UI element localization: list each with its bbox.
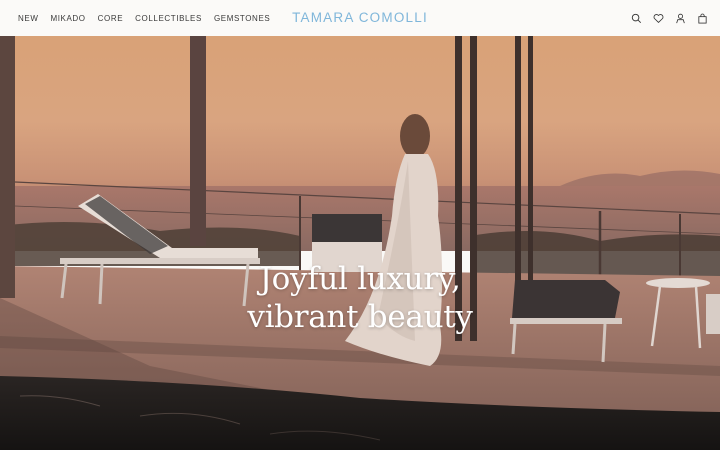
hero-image [0, 36, 720, 450]
hero-headline-line-1: Joyful luxury, [259, 261, 461, 297]
hero-headline-line-2: vibrant beauty [247, 299, 473, 335]
heart-icon[interactable] [653, 13, 664, 24]
site-header: NEW MIKADO CORE COLLECTIBLES GEMSTONES T… [0, 0, 720, 36]
main-nav: NEW MIKADO CORE COLLECTIBLES GEMSTONES [18, 0, 270, 36]
search-icon[interactable] [631, 13, 642, 24]
nav-item-gemstones[interactable]: GEMSTONES [214, 14, 270, 23]
nav-item-mikado[interactable]: MIKADO [50, 14, 85, 23]
nav-item-collectibles[interactable]: COLLECTIBLES [135, 14, 202, 23]
brand-logo: TAMARA COMOLLI [292, 10, 428, 25]
header-actions [631, 0, 708, 36]
nav-item-new[interactable]: NEW [18, 14, 38, 23]
logo-link[interactable]: TAMARA COMOLLI [280, 0, 440, 36]
bag-icon[interactable] [697, 13, 708, 24]
nav-item-core[interactable]: CORE [98, 14, 124, 23]
account-icon[interactable] [675, 13, 686, 24]
hero-banner[interactable]: Joyful luxury, vibrant beauty [0, 36, 720, 450]
hero-headline: Joyful luxury, vibrant beauty [0, 260, 720, 336]
